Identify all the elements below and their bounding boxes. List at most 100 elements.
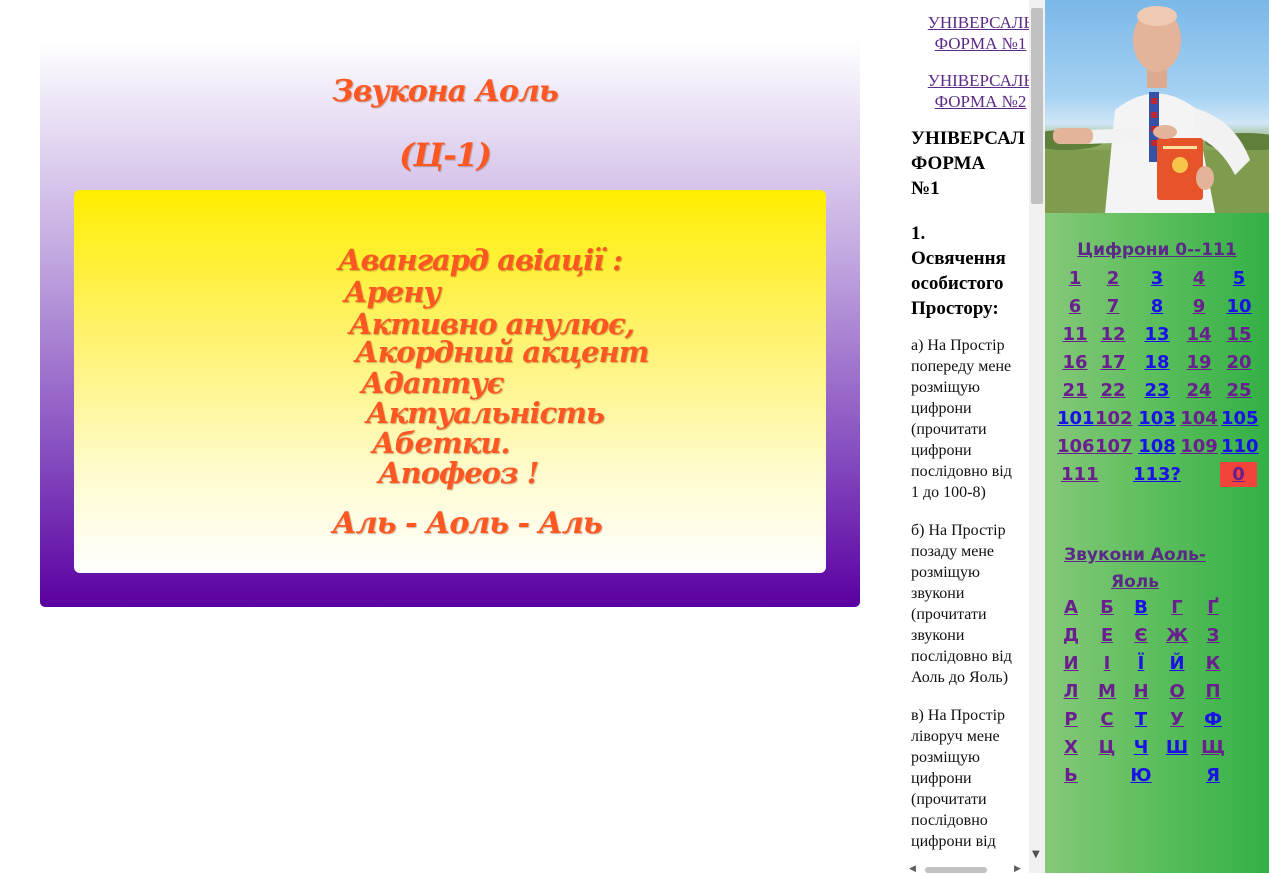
letter-link[interactable]: Д (1053, 625, 1089, 647)
poem-line: Абетки. (372, 426, 511, 460)
paragraph-line: розміщую (911, 379, 980, 396)
letter-link[interactable]: Я (1195, 765, 1231, 787)
letter-link[interactable]: Ц (1089, 737, 1125, 759)
link-universal-form-1[interactable]: УНІВЕРСАЛЬ ФОРМА №1 (913, 12, 1045, 54)
number-link-109[interactable]: 109 (1179, 436, 1219, 458)
number-link-9[interactable]: 9 (1179, 296, 1219, 318)
number-link-11[interactable]: 11 (1057, 324, 1093, 346)
section-heading: 1. Освячення особистого Простору: (911, 223, 1006, 319)
letter-link[interactable]: М (1089, 681, 1125, 703)
scroll-thumb[interactable] (1031, 8, 1043, 204)
number-link-0[interactable]: 0 (1220, 464, 1257, 486)
poem-panel: Авангард авіації : Арену Активно анулює,… (74, 190, 826, 573)
number-link-8[interactable]: 8 (1135, 296, 1179, 318)
numbers-title-link[interactable]: Цифрони 0--111 (1045, 240, 1269, 260)
letter-link[interactable]: Ж (1159, 625, 1195, 647)
number-link-14[interactable]: 14 (1179, 324, 1219, 346)
number-link-10[interactable]: 10 (1221, 296, 1257, 318)
number-link-12[interactable]: 12 (1095, 324, 1131, 346)
letter-link[interactable]: Х (1053, 737, 1089, 759)
letter-link[interactable]: Ґ (1195, 597, 1231, 619)
letter-link[interactable]: Б (1089, 597, 1125, 619)
author-photo (1045, 0, 1269, 213)
letter-link[interactable]: Ч (1123, 737, 1159, 759)
paragraph-line: розміщую (911, 564, 980, 581)
letter-link[interactable]: Ш (1159, 737, 1195, 759)
letter-link[interactable]: Ю (1123, 765, 1159, 787)
letter-link[interactable]: Н (1123, 681, 1159, 703)
number-link-20[interactable]: 20 (1221, 352, 1257, 374)
paragraph-line: розміщую (911, 749, 980, 766)
frame-vertical-scrollbar[interactable]: ▼ (1029, 0, 1045, 873)
number-link-108[interactable]: 108 (1135, 436, 1179, 458)
letter-link[interactable]: Л (1053, 681, 1089, 703)
number-link-23[interactable]: 23 (1135, 380, 1179, 402)
letter-link[interactable]: Є (1123, 625, 1159, 647)
number-link-111[interactable]: 111 (1061, 464, 1099, 486)
letter-link[interactable]: Й (1159, 653, 1195, 675)
scroll-down-arrow-icon[interactable]: ▼ (1032, 849, 1040, 860)
page-subtitle: (Ц-1) (399, 136, 492, 174)
number-link-104[interactable]: 104 (1179, 408, 1219, 430)
number-link-22[interactable]: 22 (1095, 380, 1131, 402)
number-link-106[interactable]: 106 (1057, 436, 1095, 458)
number-link-5[interactable]: 5 (1221, 268, 1257, 290)
number-link-3[interactable]: 3 (1135, 268, 1179, 290)
number-link-25[interactable]: 25 (1221, 380, 1257, 402)
letter-link[interactable]: О (1159, 681, 1195, 703)
number-link-7[interactable]: 7 (1095, 296, 1131, 318)
paragraph-line: цифрони (911, 400, 972, 417)
link-line: УНІВЕРСАЛЬ (927, 13, 1034, 32)
letter-link[interactable]: Т (1123, 709, 1159, 731)
number-link-13[interactable]: 13 (1135, 324, 1179, 346)
letter-link[interactable]: З (1195, 625, 1231, 647)
number-link-21[interactable]: 21 (1057, 380, 1093, 402)
paragraph-line: послідовно від (911, 648, 1012, 665)
number-link-19[interactable]: 19 (1179, 352, 1219, 374)
letter-link[interactable]: І (1089, 653, 1125, 675)
letter-link[interactable]: Г (1159, 597, 1195, 619)
paragraph-line: цифрони (911, 442, 972, 459)
number-link-6[interactable]: 6 (1057, 296, 1093, 318)
letter-link[interactable]: Ф (1195, 709, 1231, 731)
number-link-1[interactable]: 1 (1057, 268, 1093, 290)
number-link-18[interactable]: 18 (1135, 352, 1179, 374)
letter-link[interactable]: Ї (1123, 653, 1159, 675)
paragraph-c: в) На Простір ліворуч мене розміщую цифрони… (911, 705, 1031, 852)
letter-link[interactable]: Ь (1053, 765, 1089, 787)
number-link-105[interactable]: 105 (1221, 408, 1259, 430)
link-universal-form-2[interactable]: УНІВЕРСАЛЬ ФОРМА №2 (913, 70, 1045, 112)
link-line: ФОРМА №1 (934, 34, 1027, 53)
number-link-103[interactable]: 103 (1135, 408, 1179, 430)
paragraph-a: а) На Простір попереду мене розміщую цифрон… (911, 335, 1031, 503)
number-link-101[interactable]: 101 (1057, 408, 1095, 430)
paragraph-line: звукони (911, 627, 965, 644)
letter-link[interactable]: Р (1053, 709, 1089, 731)
letter-link[interactable]: В (1123, 597, 1159, 619)
number-link-2[interactable]: 2 (1095, 268, 1131, 290)
letter-link[interactable]: К (1195, 653, 1231, 675)
number-link-110[interactable]: 110 (1221, 436, 1259, 458)
number-link-102[interactable]: 102 (1095, 408, 1133, 430)
number-link-24[interactable]: 24 (1179, 380, 1219, 402)
horizontal-scroll-thumb[interactable] (925, 867, 987, 873)
letters-title-link[interactable]: Звукони Аоль-Яоль (1045, 542, 1225, 596)
letter-link[interactable]: А (1053, 597, 1089, 619)
number-link-17[interactable]: 17 (1095, 352, 1131, 374)
letter-link[interactable]: Е (1089, 625, 1125, 647)
letter-link[interactable]: Щ (1195, 737, 1231, 759)
number-link-113[interactable]: 113? (1130, 464, 1184, 486)
paragraph-line: б) На Простір (911, 522, 1006, 539)
letter-link[interactable]: П (1195, 681, 1231, 703)
letter-link[interactable]: С (1089, 709, 1125, 731)
number-link-107[interactable]: 107 (1095, 436, 1133, 458)
number-link-4[interactable]: 4 (1179, 268, 1219, 290)
number-link-15[interactable]: 15 (1221, 324, 1257, 346)
paragraph-line: послідовно (911, 812, 988, 829)
letter-link[interactable]: И (1053, 653, 1089, 675)
page-title: Звукона Аоль (332, 74, 559, 109)
author-photo-illustration (1045, 6, 1269, 213)
letter-link[interactable]: У (1159, 709, 1195, 731)
side-frame[interactable]: УНІВЕРСАЛЬ ФОРМА №1 УНІВЕРСАЛЬ ФОРМА №2 … (903, 0, 1045, 873)
number-link-16[interactable]: 16 (1057, 352, 1093, 374)
